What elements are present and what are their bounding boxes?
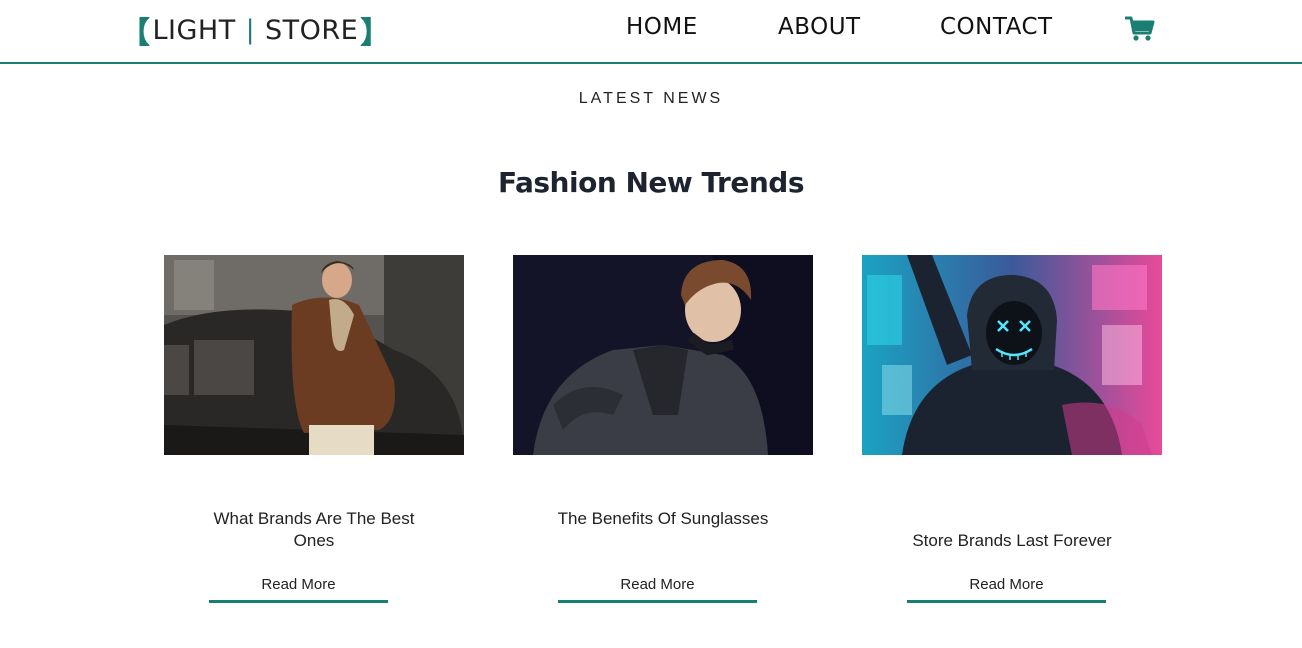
nav-about-link[interactable]: ABOUT [778, 14, 861, 40]
read-more-link[interactable]: Read More [907, 576, 1106, 603]
card-title[interactable]: The Benefits Of Sunglasses [553, 508, 773, 530]
news-card: What Brands Are The Best Ones Read More [164, 255, 464, 615]
logo-bracket-left: 【 [120, 16, 151, 51]
card-title[interactable]: Store Brands Last Forever [892, 530, 1132, 552]
brand-logo[interactable]: 【 LIGHT | STORE 】 [120, 12, 391, 52]
shopping-cart-icon[interactable] [1124, 16, 1155, 42]
card-image-man-in-coat[interactable] [513, 255, 813, 455]
read-more-link[interactable]: Read More [209, 576, 388, 603]
news-card: Store Brands Last Forever Read More [862, 255, 1162, 615]
news-card: The Benefits Of Sunglasses Read More [513, 255, 813, 615]
logo-word-light: LIGHT [152, 14, 236, 46]
card-image-neon-mask[interactable] [862, 255, 1162, 455]
card-image-man-by-car[interactable] [164, 255, 464, 455]
site-header: 【 LIGHT | STORE 】 HOME ABOUT CONTACT [0, 0, 1302, 64]
logo-word-store: STORE [265, 14, 359, 46]
logo-separator: | [245, 15, 255, 45]
section-title: Fashion New Trends [498, 166, 805, 199]
section-label: LATEST NEWS [578, 90, 724, 107]
nav-contact-link[interactable]: CONTACT [940, 14, 1053, 40]
read-more-link[interactable]: Read More [558, 576, 757, 603]
logo-bracket-right: 】 [360, 16, 391, 51]
card-title[interactable]: What Brands Are The Best Ones [204, 508, 424, 552]
nav-home-link[interactable]: HOME [626, 14, 698, 40]
